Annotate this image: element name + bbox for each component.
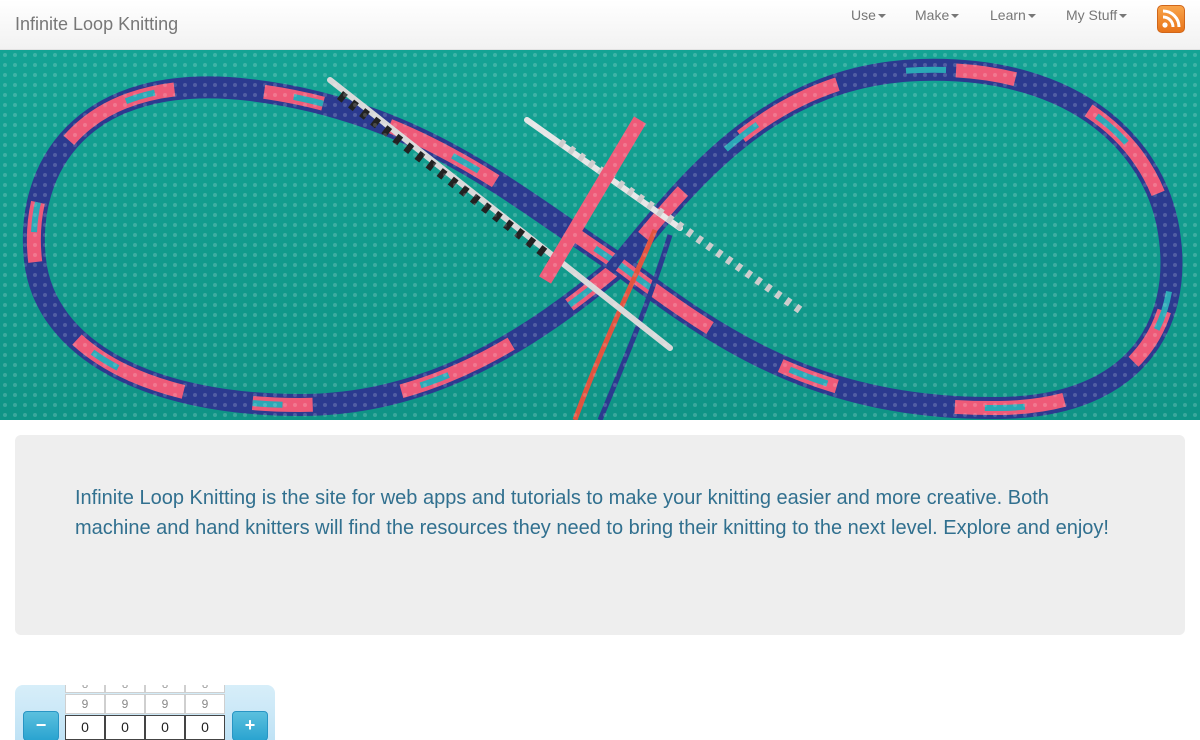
navbar: Infinite Loop Knitting Use Make Learn My… <box>0 0 1200 50</box>
hero-image <box>0 50 1200 420</box>
digit-above: 8 <box>105 685 145 693</box>
menu-make[interactable]: Make <box>915 7 960 23</box>
digit-wheel[interactable]: 8 9 0 <box>145 685 185 740</box>
digit-prev: 9 <box>105 694 145 714</box>
menu-use[interactable]: Use <box>851 7 886 23</box>
digit-current: 0 <box>105 715 145 740</box>
digit-above: 8 <box>185 685 225 693</box>
counter-digits: 8 9 0 8 9 0 8 9 0 8 9 0 <box>65 685 225 740</box>
digit-current: 0 <box>185 715 225 740</box>
menu-use-label: Use <box>851 7 876 23</box>
menu-learn-label: Learn <box>990 7 1026 23</box>
menu-my-stuff-label: My Stuff <box>1066 7 1118 23</box>
increment-button[interactable]: + <box>232 711 268 740</box>
digit-current: 0 <box>65 715 105 740</box>
digit-wheel[interactable]: 8 9 0 <box>185 685 225 740</box>
menu-learn[interactable]: Learn <box>990 7 1036 23</box>
row-counter: − 8 9 0 8 9 0 8 9 0 8 9 0 + <box>15 685 275 740</box>
digit-prev: 9 <box>185 694 225 714</box>
digit-prev: 9 <box>65 694 105 714</box>
menu-my-stuff[interactable]: My Stuff <box>1066 7 1128 23</box>
digit-current: 0 <box>145 715 185 740</box>
digit-wheel[interactable]: 8 9 0 <box>105 685 145 740</box>
digit-prev: 9 <box>145 694 185 714</box>
digit-above: 8 <box>145 685 185 693</box>
caret-down-icon <box>1119 14 1128 19</box>
menu-make-label: Make <box>915 7 950 23</box>
brand-link[interactable]: Infinite Loop Knitting <box>15 14 178 35</box>
caret-down-icon <box>1027 14 1036 19</box>
digit-wheel[interactable]: 8 9 0 <box>65 685 105 740</box>
caret-down-icon <box>877 14 886 19</box>
digit-above: 8 <box>65 685 105 693</box>
caret-down-icon <box>951 14 960 19</box>
intro-panel: Infinite Loop Knitting is the site for w… <box>15 435 1185 635</box>
decrement-button[interactable]: − <box>23 711 59 740</box>
rss-icon[interactable] <box>1157 5 1185 33</box>
intro-text: Infinite Loop Knitting is the site for w… <box>75 487 1109 539</box>
